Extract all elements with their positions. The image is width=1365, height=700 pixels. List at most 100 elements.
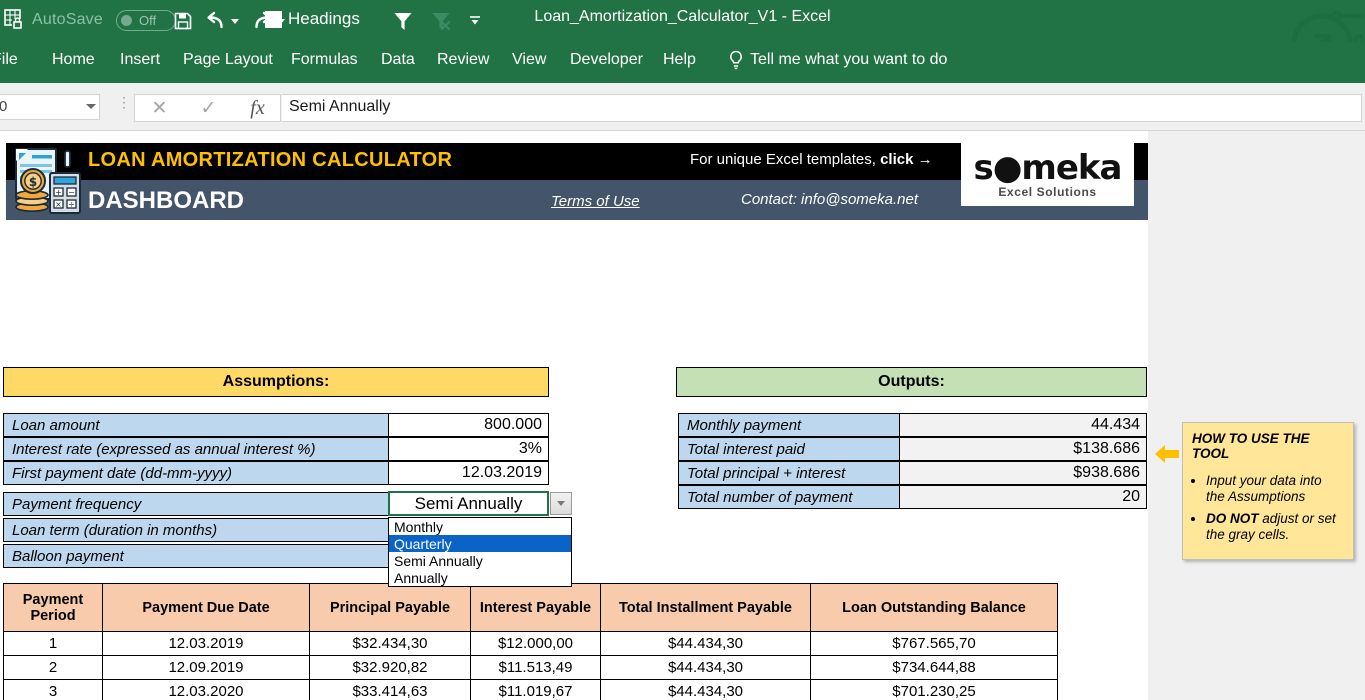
assumption-label-first-payment-date: First payment date (dd-mm-yyyy) xyxy=(3,461,389,485)
banner-cta[interactable]: For unique Excel templates, click → xyxy=(690,151,933,168)
assumption-label-loan-term: Loan term (duration in months) xyxy=(3,518,389,542)
assumption-label-interest-rate: Interest rate (expressed as annual inter… xyxy=(3,437,389,461)
cell-balance: $734.644,88 xyxy=(810,655,1058,680)
contact-info: Contact: info@someka.net xyxy=(741,191,918,208)
name-box-dropdown-icon[interactable] xyxy=(86,104,96,109)
assumption-value-interest-rate[interactable]: 3% xyxy=(389,437,549,461)
table-row: 3 12.03.2020 $33.414,63 $11.019,67 $44.4… xyxy=(3,679,1058,700)
ribbon-tab-bar: File Home Insert Page Layout Formulas Da… xyxy=(0,42,1365,83)
table-row: Loan amount 800.000 xyxy=(3,413,549,437)
tab-developer[interactable]: Developer xyxy=(570,51,643,69)
cell-principal: $32.920,82 xyxy=(309,655,471,680)
cell-due-date: 12.03.2020 xyxy=(102,679,310,700)
payment-frequency-cell[interactable]: Semi Annually xyxy=(388,491,549,516)
worksheet-area: $ + − × ÷ LOAN AMORTIZATION CALCULATOR D… xyxy=(0,131,1365,700)
cell-balance: $767.565,70 xyxy=(810,631,1058,656)
svg-text:+: + xyxy=(55,188,62,197)
tab-file[interactable]: File xyxy=(0,51,18,69)
outputs-header: Outputs: xyxy=(676,367,1147,397)
table-row: Total number of payment 20 xyxy=(678,485,1147,509)
tab-home[interactable]: Home xyxy=(52,51,95,69)
assumption-value-first-payment-date[interactable]: 12.03.2019 xyxy=(389,461,549,485)
table-row: 1 12.03.2019 $32.434,30 $12.000,00 $44.4… xyxy=(3,631,1058,656)
banner-cta-click: click → xyxy=(880,151,933,168)
table-row: Total interest paid $138.686 xyxy=(678,437,1147,461)
payment-frequency-dropdown-list: Monthly Quarterly Semi Annually Annually xyxy=(388,517,572,587)
how-to-title: HOW TO USE THE TOOL xyxy=(1192,431,1310,461)
dropdown-option-quarterly[interactable]: Quarterly xyxy=(389,535,571,552)
assumption-value-loan-amount[interactable]: 800.000 xyxy=(389,413,549,437)
output-value-monthly-payment: 44.434 xyxy=(900,413,1147,437)
tab-data[interactable]: Data xyxy=(381,51,415,69)
column-header-loan-outstanding: Loan Outstanding Balance xyxy=(810,583,1058,632)
amortization-table: Payment Period Payment Due Date Principa… xyxy=(3,583,1058,700)
column-header-payment-due-date: Payment Due Date xyxy=(102,583,310,632)
cell-period: 1 xyxy=(3,631,103,656)
dropdown-option-semi-annually[interactable]: Semi Annually xyxy=(389,552,571,569)
chevron-down-icon xyxy=(557,501,565,506)
svg-text:÷: ÷ xyxy=(68,200,75,209)
assumption-label-balloon-payment: Balloon payment xyxy=(3,544,389,568)
cell-principal: $32.434,30 xyxy=(309,631,471,656)
banner-cta-prefix: For unique Excel templates, xyxy=(690,151,881,168)
logo-tagline: Excel Solutions xyxy=(998,184,1097,199)
cell-installment: $44.434,30 xyxy=(600,631,811,656)
column-header-interest-payable: Interest Payable xyxy=(470,583,601,632)
assumption-label-payment-frequency: Payment frequency xyxy=(3,492,389,516)
table-row: Interest rate (expressed as annual inter… xyxy=(3,437,549,461)
tab-formulas[interactable]: Formulas xyxy=(291,51,358,69)
title-bar: AutoSave Off Headings Loan_Amortization_… xyxy=(0,0,1365,75)
arrow-left-icon xyxy=(1154,441,1180,467)
cell-interest: $12.000,00 xyxy=(470,631,601,656)
cell-interest: $11.513,49 xyxy=(470,655,601,680)
cell-interest: $11.019,67 xyxy=(470,679,601,700)
how-to-use-box: HOW TO USE THE TOOL Input your data into… xyxy=(1182,422,1354,560)
list-item: Input your data into the Assumptions xyxy=(1206,473,1344,505)
tab-view[interactable]: View xyxy=(512,51,546,69)
table-row: 2 12.09.2019 $32.920,82 $11.513,49 $44.4… xyxy=(3,655,1058,680)
list-item: DO NOT adjust or set the gray cells. xyxy=(1206,511,1344,543)
cancel-icon[interactable]: ✕ xyxy=(135,95,184,121)
cell-balance: $701.230,25 xyxy=(810,679,1058,700)
cell-period: 3 xyxy=(3,679,103,700)
how-to-bullet-1: Input your data into the Assumptions xyxy=(1206,473,1322,504)
cell-period: 2 xyxy=(3,655,103,680)
formula-input[interactable]: Semi Annually xyxy=(282,94,1362,122)
tab-help[interactable]: Help xyxy=(663,51,696,69)
how-to-list: Input your data into the Assumptions DO … xyxy=(1192,473,1344,543)
cell-installment: $44.434,30 xyxy=(600,679,811,700)
cell-due-date: 12.09.2019 xyxy=(102,655,310,680)
svg-text:$: $ xyxy=(29,175,37,189)
assumptions-header: Assumptions: xyxy=(3,367,549,397)
column-header-payment-period: Payment Period xyxy=(3,583,103,632)
column-header-total-installment: Total Installment Payable xyxy=(600,583,811,632)
dropdown-option-monthly[interactable]: Monthly xyxy=(389,518,571,535)
name-box[interactable]: 0 xyxy=(0,94,100,120)
output-label-total-number-of-payment: Total number of payment xyxy=(678,485,900,509)
cell-installment: $44.434,30 xyxy=(600,655,811,680)
template-title: LOAN AMORTIZATION CALCULATOR xyxy=(88,149,453,171)
excel-window: AutoSave Off Headings Loan_Amortization_… xyxy=(0,0,1365,700)
payment-frequency-dropdown-button[interactable] xyxy=(550,492,572,515)
calculator-invoice-icon: $ + − × ÷ xyxy=(10,145,84,217)
dropdown-option-annually[interactable]: Annually xyxy=(389,569,571,586)
formula-bar-buttons: ✕ ✓ fx xyxy=(134,94,281,122)
terms-of-use-link[interactable]: Terms of Use xyxy=(551,193,640,210)
cell-due-date: 12.03.2019 xyxy=(102,631,310,656)
formula-bar-grip: ⋮ xyxy=(117,94,132,110)
output-value-total-number-of-payment: 20 xyxy=(900,485,1147,509)
output-label-total-principal-interest: Total principal + interest xyxy=(678,461,900,485)
tell-me-search[interactable]: Tell me what you want to do xyxy=(750,51,947,69)
enter-icon[interactable]: ✓ xyxy=(184,95,233,121)
table-row: Total principal + interest $938.686 xyxy=(678,461,1147,485)
insert-function-icon[interactable]: fx xyxy=(233,95,282,121)
output-label-total-interest-paid: Total interest paid xyxy=(678,437,900,461)
table-header-row: Payment Period Payment Due Date Principa… xyxy=(3,583,1058,632)
lightbulb-icon xyxy=(728,50,744,70)
tab-review[interactable]: Review xyxy=(437,51,489,69)
table-row: Monthly payment 44.434 xyxy=(678,413,1147,437)
someka-logo[interactable]: s●meka Excel Solutions xyxy=(961,143,1134,206)
output-label-monthly-payment: Monthly payment xyxy=(678,413,900,437)
tab-page-layout[interactable]: Page Layout xyxy=(183,51,273,69)
tab-insert[interactable]: Insert xyxy=(120,51,160,69)
